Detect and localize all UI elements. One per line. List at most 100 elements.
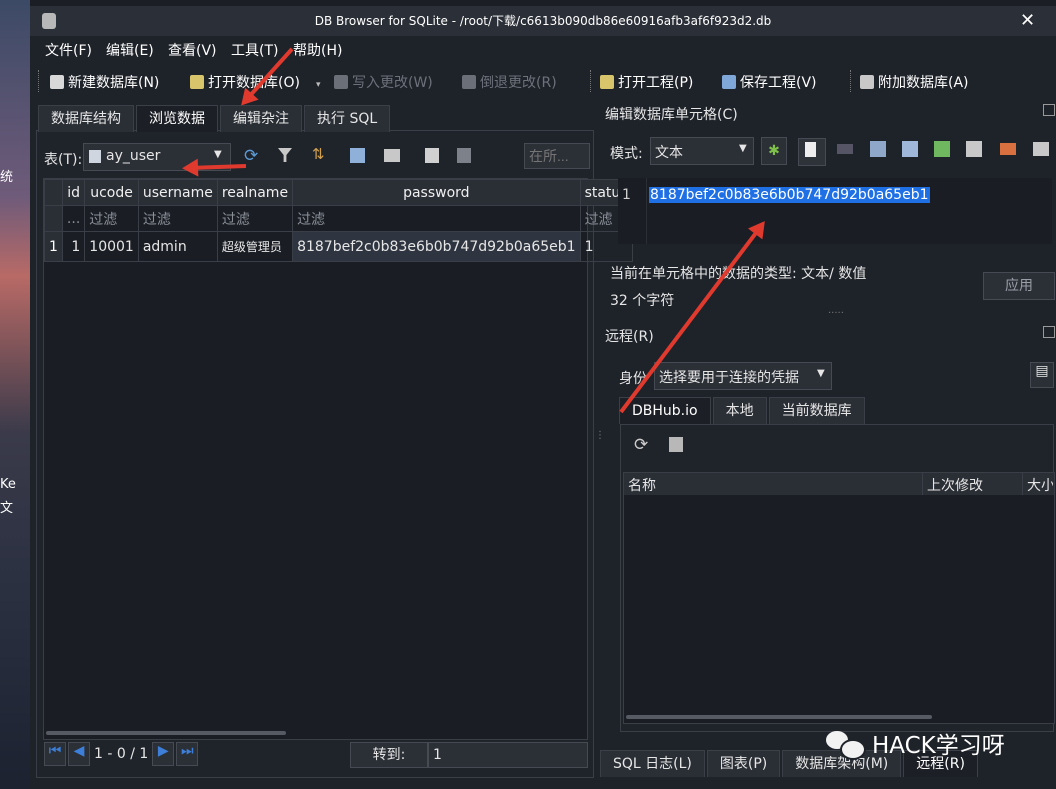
export-icon[interactable] — [902, 141, 918, 157]
table-icon — [89, 150, 101, 163]
first-page-icon[interactable]: ⏮ — [44, 742, 66, 766]
sort-icon[interactable]: ⇅ — [312, 145, 325, 163]
menu-view[interactable]: 查看(V) — [168, 40, 217, 60]
title-bar[interactable]: DB Browser for SQLite - /root/下载/c6613b0… — [30, 6, 1056, 36]
table-row[interactable]: 1 1 10001 admin 超级管理员 8187bef2c0b83e6b0b… — [44, 231, 633, 262]
column-header-name[interactable]: 名称 — [628, 475, 656, 495]
column-header-size[interactable]: 大小 — [1027, 475, 1053, 495]
splitter-handle[interactable]: ⋮ — [595, 430, 605, 441]
new-database-button[interactable]: 新建数据库(N) — [50, 72, 159, 92]
float-dock-icon[interactable] — [1043, 326, 1055, 338]
column-header-realname[interactable]: realname — [216, 179, 294, 206]
write-changes-button[interactable]: 写入更改(W) — [334, 72, 433, 92]
page-range: 1 - 0 / 1 — [94, 746, 149, 762]
last-page-icon[interactable]: ⏭ — [176, 742, 199, 766]
cell-editor[interactable]: 1 8187bef2c0b83e6b0b747d92b0a65eb1 — [618, 178, 1052, 244]
filter-all-input[interactable] — [524, 143, 590, 169]
set-null-icon[interactable] — [934, 141, 950, 157]
tab-dbhub[interactable]: DBHub.io — [619, 397, 711, 424]
cell-password[interactable]: 8187bef2c0b83e6b0b747d92b0a65eb1 — [292, 231, 581, 262]
save-project-icon — [722, 75, 736, 89]
row-number[interactable]: 1 — [44, 231, 63, 262]
cell-ucode[interactable]: 10001 — [84, 231, 139, 262]
desktop-label: 统 — [0, 170, 14, 185]
write-changes-label: 写入更改(W) — [352, 75, 433, 91]
filter-cell[interactable]: 过滤 — [84, 205, 139, 232]
mode-select[interactable]: 文本 ▼ — [650, 137, 754, 165]
horizontal-scrollbar[interactable] — [626, 715, 932, 719]
toolbar-grip — [590, 70, 595, 92]
import-icon[interactable] — [870, 141, 886, 157]
float-dock-icon[interactable] — [1043, 104, 1055, 116]
filter-cell[interactable]: 过滤 — [137, 205, 218, 232]
table-header-row: id ucode username realname password stat… — [44, 179, 633, 206]
menu-help[interactable]: 帮助(H) — [293, 40, 342, 60]
desktop-label: Ke — [0, 477, 16, 492]
next-page-icon[interactable]: ▶ — [152, 742, 175, 766]
cell-username[interactable]: admin — [137, 231, 218, 262]
identity-settings-icon[interactable]: ▤ — [1030, 362, 1054, 388]
attach-database-button[interactable]: 附加数据库(A) — [860, 72, 969, 92]
save-table-icon[interactable] — [350, 148, 365, 163]
tab-current-database[interactable]: 当前数据库 — [768, 397, 865, 424]
tab-sql-log[interactable]: SQL 日志(L) — [600, 750, 705, 777]
apply-button[interactable]: 应用 — [983, 272, 1055, 300]
identity-select[interactable]: 选择要用于连接的凭据 ▼ — [654, 362, 832, 390]
data-grid[interactable]: id ucode username realname password stat… — [43, 178, 633, 740]
table-label: 表(T): — [44, 152, 83, 168]
cell-realname[interactable]: 超级管理员 — [216, 231, 294, 262]
column-header-ucode[interactable]: ucode — [84, 179, 139, 206]
tab-local[interactable]: 本地 — [712, 397, 767, 424]
edit-cell-title: 编辑数据库单元格(C) — [605, 107, 738, 123]
goto-button[interactable]: 转到: — [350, 742, 428, 768]
remote-title: 远程(R) — [605, 329, 654, 345]
insert-record-icon[interactable] — [425, 148, 439, 163]
image-icon[interactable] — [966, 141, 982, 157]
indent-icon[interactable] — [837, 144, 853, 154]
tab-database-structure[interactable]: 数据库结构 — [38, 105, 134, 132]
column-header-username[interactable]: username — [137, 179, 218, 206]
cell-id[interactable]: 1 — [61, 231, 86, 262]
clone-database-icon[interactable] — [669, 437, 683, 452]
document-icon — [805, 142, 816, 157]
save-project-button[interactable]: 保存工程(V) — [722, 72, 817, 92]
menu-edit[interactable]: 编辑(E) — [106, 40, 154, 60]
splitter-handle[interactable]: ····· — [828, 308, 844, 319]
column-header-last-modified[interactable]: 上次修改 — [927, 475, 983, 495]
tab-edit-pragmas[interactable]: 编辑杂注 — [220, 105, 302, 132]
desktop-label: 文 — [0, 501, 14, 516]
close-icon[interactable]: ✕ — [1020, 10, 1035, 31]
print-icon[interactable] — [1033, 142, 1049, 156]
cell-value-text[interactable]: 8187bef2c0b83e6b0b747d92b0a65eb1 — [649, 187, 930, 203]
menu-file[interactable]: 文件(F) — [45, 40, 92, 60]
filter-cell[interactable]: ... — [61, 205, 86, 232]
filter-cell[interactable]: 过滤 — [216, 205, 294, 232]
menu-tools[interactable]: 工具(T) — [231, 40, 278, 60]
column-header-id[interactable]: id — [61, 179, 86, 206]
remote-file-list[interactable]: 名称 上次修改 大小 — [623, 472, 1055, 724]
dropdown-arrow-icon[interactable]: ▾ — [316, 80, 321, 90]
filter-cell[interactable]: 过滤 — [292, 205, 581, 232]
delete-record-icon[interactable] — [457, 148, 471, 163]
open-project-icon — [600, 75, 614, 89]
identity-select-value: 选择要用于连接的凭据 — [659, 370, 799, 386]
column-header-password[interactable]: password — [292, 179, 581, 206]
clear-icon[interactable] — [1000, 143, 1016, 155]
tab-plot[interactable]: 图表(P) — [706, 750, 781, 777]
refresh-icon[interactable]: ⟳ — [634, 435, 648, 455]
refresh-icon[interactable]: ⟳ — [244, 146, 258, 166]
horizontal-scrollbar[interactable] — [46, 731, 286, 735]
open-project-button[interactable]: 打开工程(P) — [600, 72, 693, 92]
filter-row: ... 过滤 过滤 过滤 过滤 过滤 — [44, 205, 633, 232]
mode-select-value: 文本 — [655, 145, 683, 161]
tab-execute-sql[interactable]: 执行 SQL — [304, 105, 391, 132]
corner-cell[interactable] — [44, 179, 63, 206]
chevron-down-icon: ▼ — [739, 143, 747, 154]
revert-changes-button[interactable]: 倒退更改(R) — [462, 72, 557, 92]
goto-input[interactable]: 1 — [428, 742, 588, 768]
tab-browse-data[interactable]: 浏览数据 — [136, 105, 218, 132]
print-icon[interactable] — [384, 149, 400, 162]
previous-page-icon[interactable]: ◀ — [68, 742, 90, 766]
auto-format-icon[interactable]: ✱ — [761, 137, 787, 165]
table-select-value: ay_user — [106, 148, 161, 164]
